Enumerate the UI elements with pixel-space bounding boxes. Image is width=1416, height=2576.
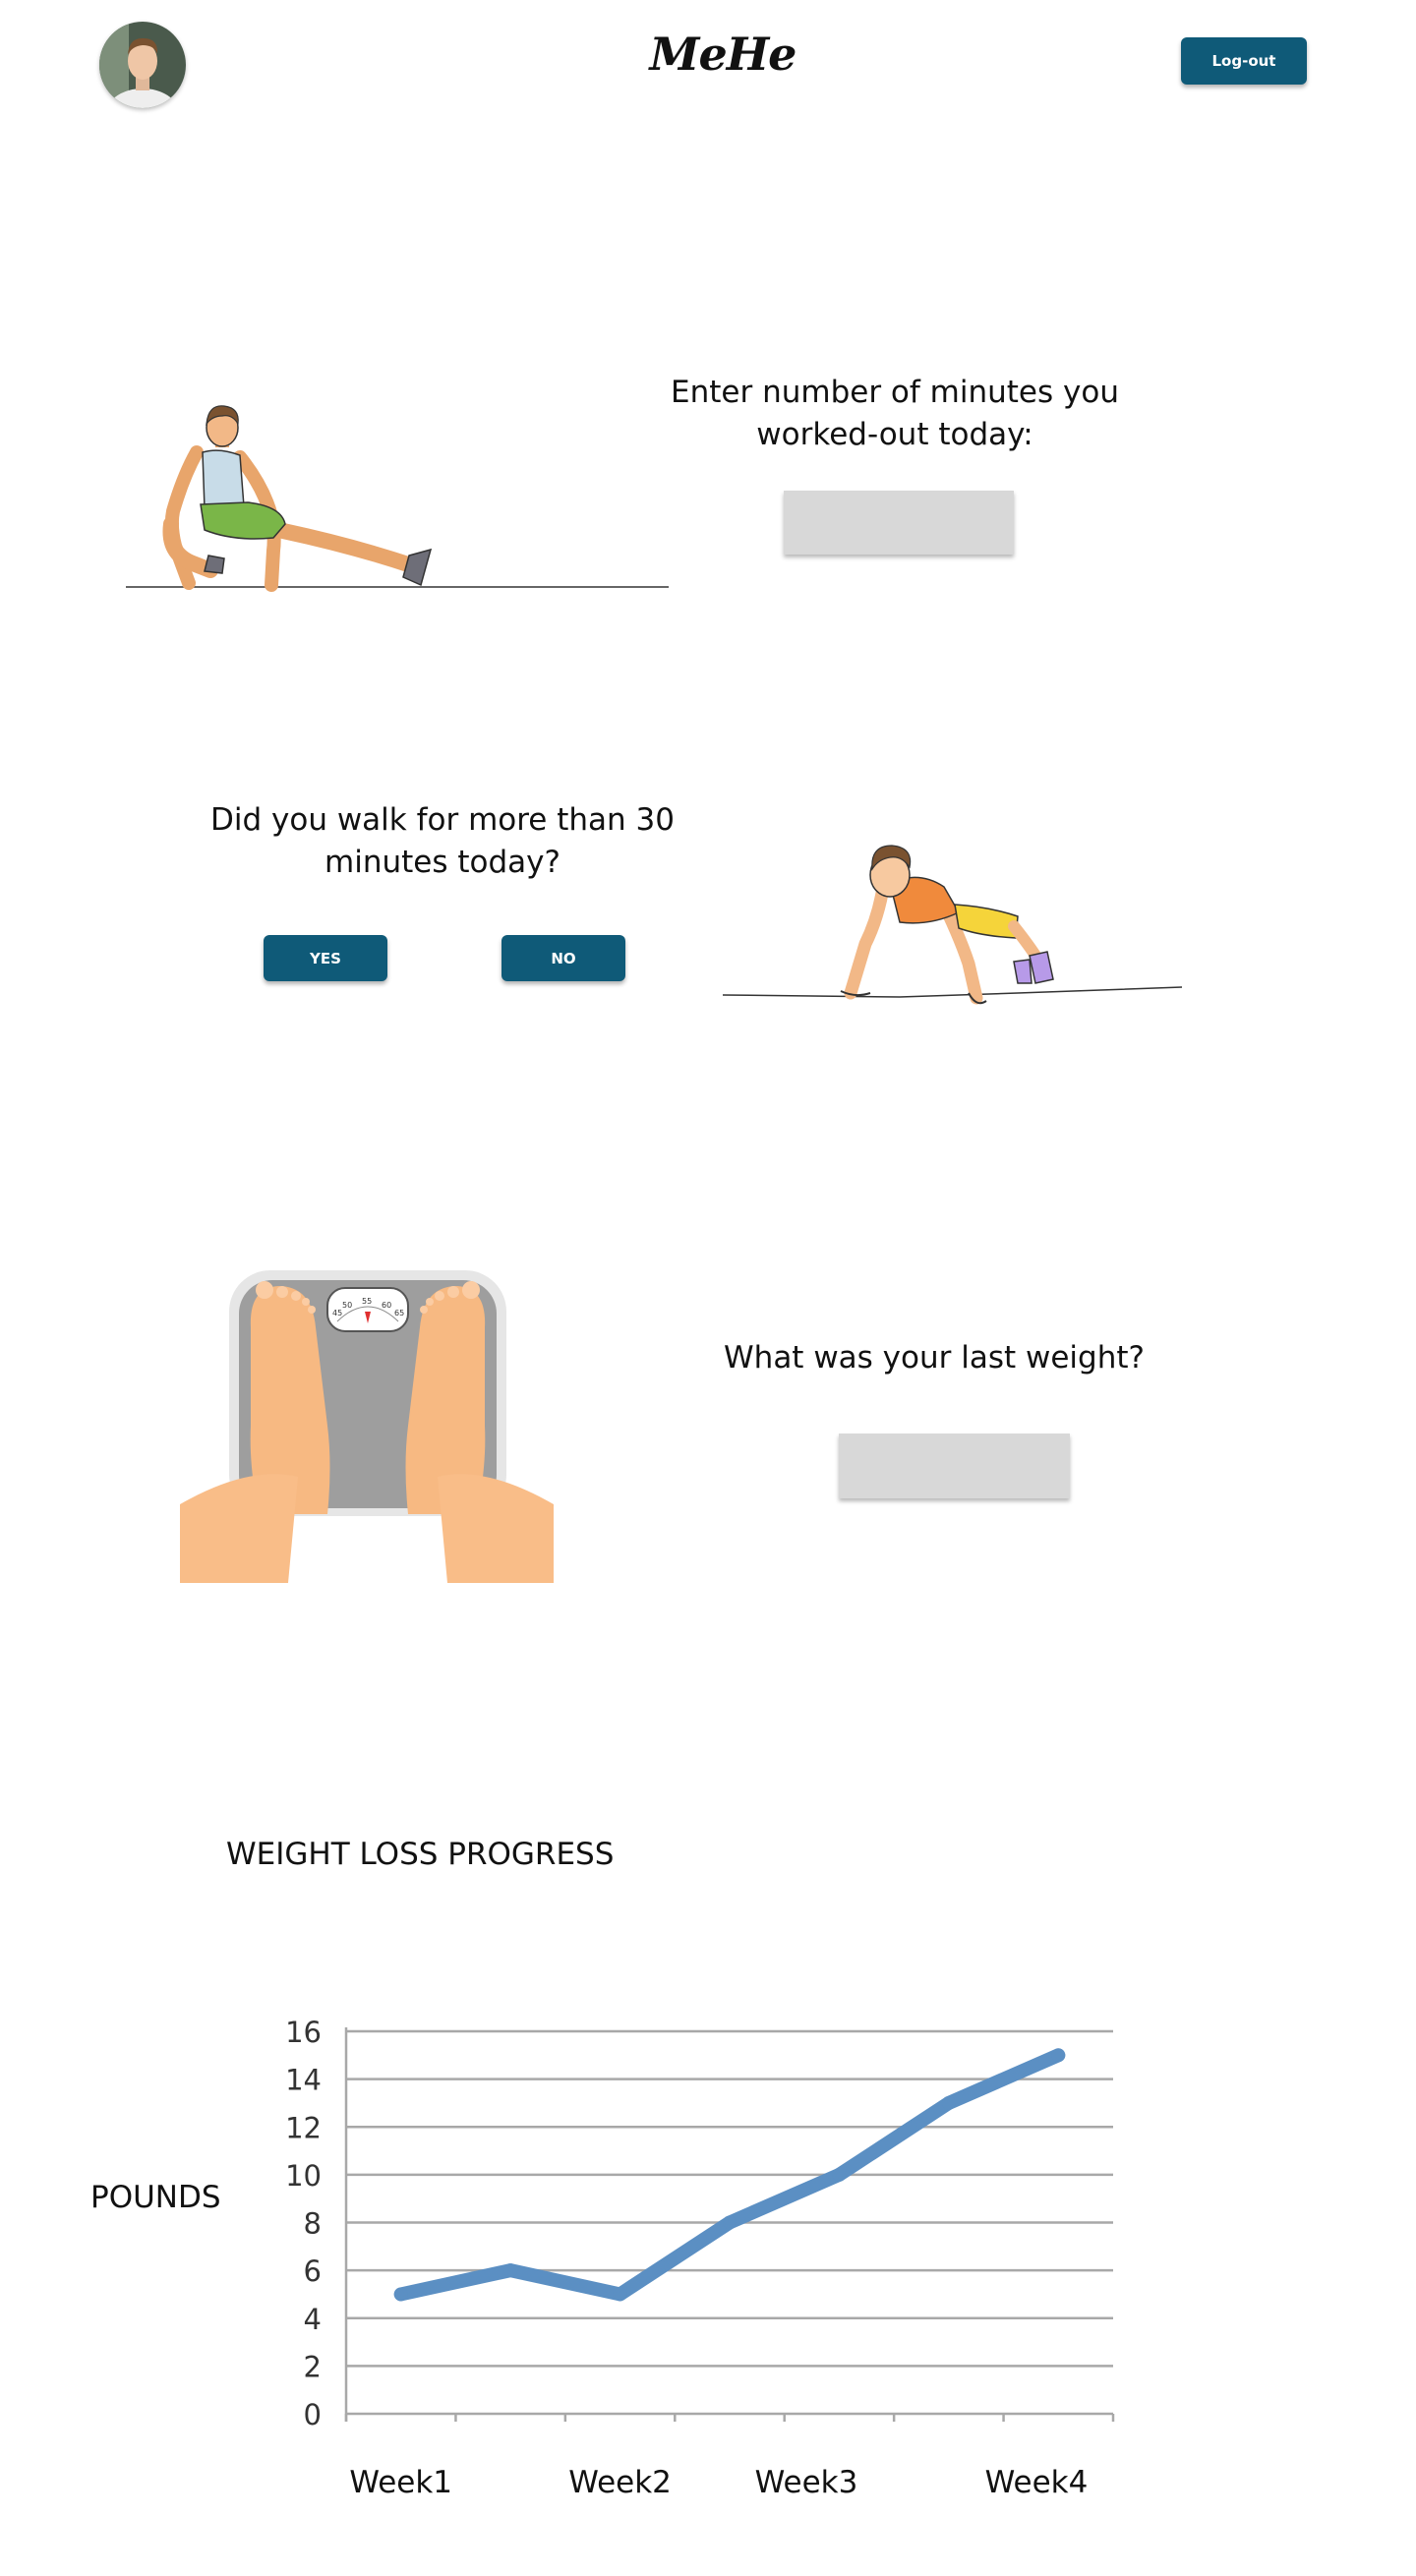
y-tick-label: 8 bbox=[304, 2207, 322, 2241]
chart-title: WEIGHT LOSS PROGRESS bbox=[226, 1837, 615, 1872]
y-tick-label: 2 bbox=[304, 2350, 322, 2383]
walk-prompt-line1: Did you walk for more than 30 bbox=[210, 802, 675, 838]
avatar-image bbox=[99, 22, 186, 108]
no-button[interactable]: NO bbox=[502, 935, 625, 981]
data-point-7 bbox=[1051, 2048, 1066, 2063]
y-tick-label: 4 bbox=[304, 2303, 322, 2336]
yes-button[interactable]: YES bbox=[264, 935, 387, 981]
data-point-4 bbox=[723, 2215, 737, 2230]
scale-dial-1: 50 bbox=[342, 1301, 352, 1310]
avatar[interactable] bbox=[99, 22, 186, 108]
walk-prompt: Did you walk for more than 30 minutes to… bbox=[197, 799, 688, 884]
workout-minutes-input[interactable] bbox=[784, 491, 1014, 555]
workout-minutes-prompt-line1: Enter number of minutes you bbox=[671, 375, 1119, 410]
data-point-2 bbox=[503, 2263, 518, 2278]
bathroom-scale-feet-illustration: 45 50 55 60 65 bbox=[180, 1270, 554, 1583]
chart-y-axis-label: POUNDS bbox=[90, 2180, 221, 2215]
scale-dial-0: 45 bbox=[332, 1309, 342, 1317]
workout-minutes-prompt: Enter number of minutes you worked-out t… bbox=[649, 372, 1141, 456]
data-point-6 bbox=[941, 2095, 956, 2110]
x-tick-label-week4: Week4 bbox=[985, 2465, 1089, 2500]
stretching-man-illustration bbox=[126, 405, 669, 592]
walk-prompt-line2: minutes today? bbox=[324, 845, 560, 880]
workout-minutes-prompt-line2: worked-out today: bbox=[756, 417, 1033, 452]
y-tick-label: 0 bbox=[304, 2398, 322, 2431]
data-point-3 bbox=[613, 2287, 627, 2302]
y-tick-label: 10 bbox=[285, 2159, 322, 2193]
x-tick-label-week3: Week3 bbox=[755, 2465, 858, 2500]
x-tick-label-week2: Week2 bbox=[568, 2465, 672, 2500]
scale-dial-3: 60 bbox=[382, 1301, 391, 1310]
weight-input[interactable] bbox=[839, 1434, 1070, 1498]
logout-button[interactable]: Log-out bbox=[1181, 37, 1307, 85]
scale-dial-2: 55 bbox=[362, 1297, 372, 1306]
y-tick-label: 12 bbox=[285, 2111, 322, 2144]
weight-prompt: What was your last weight? bbox=[724, 1340, 1145, 1376]
weight-loss-chart: 0 2 4 6 8 10 12 14 16 Week1 Week2 Week3 Week4 bbox=[285, 2016, 1115, 2500]
data-point-1 bbox=[393, 2287, 408, 2302]
scale-dial-4: 65 bbox=[394, 1309, 404, 1317]
app-logo[interactable]: MeHe bbox=[560, 28, 885, 81]
y-tick-label: 16 bbox=[285, 2016, 322, 2049]
pushup-man-illustration bbox=[723, 845, 1183, 1005]
y-tick-label: 6 bbox=[304, 2254, 322, 2288]
data-point-5 bbox=[832, 2167, 847, 2182]
x-tick-label-week1: Week1 bbox=[349, 2465, 452, 2500]
y-tick-label: 14 bbox=[285, 2064, 322, 2097]
